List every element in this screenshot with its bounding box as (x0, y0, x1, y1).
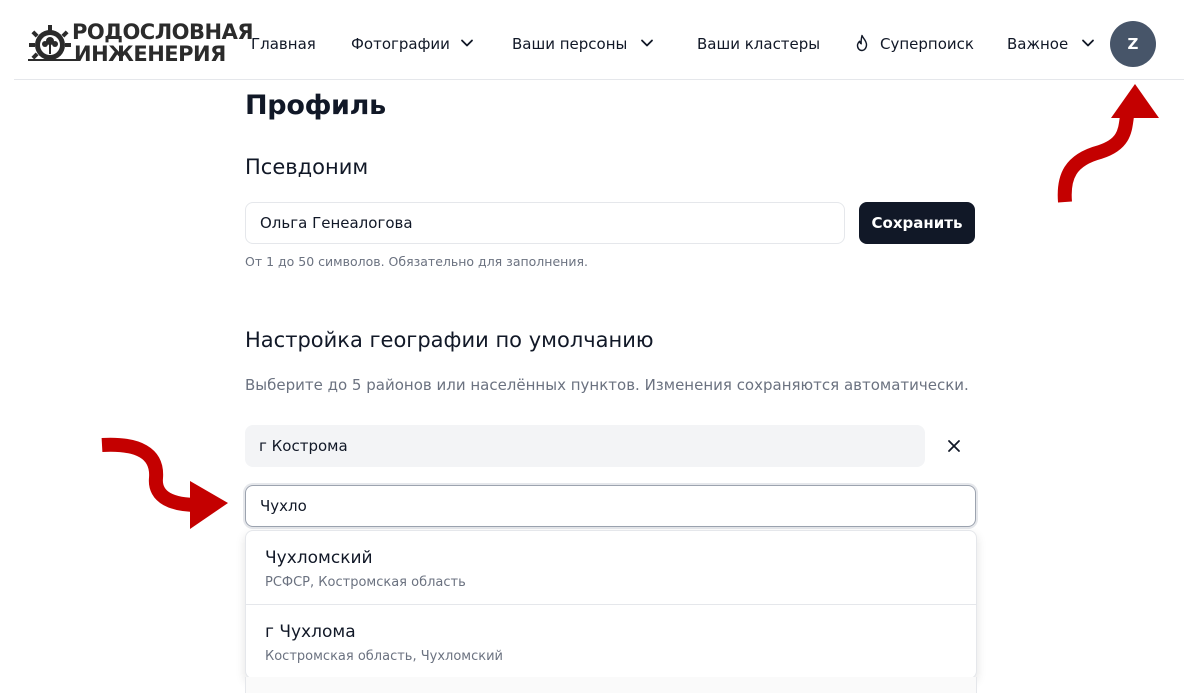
annotation-arrow-icon (101, 437, 228, 529)
gear-tree-logo-icon (28, 25, 76, 61)
page-title: Профиль (245, 90, 386, 121)
nickname-heading: Псевдоним (245, 155, 369, 179)
nav-photos[interactable]: Фотографии (351, 31, 450, 57)
nickname-input[interactable] (245, 202, 845, 244)
logo-text-line1: РОДОСЛОВНАЯ (72, 20, 254, 44)
close-icon[interactable] (944, 436, 964, 456)
user-avatar[interactable]: Z (1110, 21, 1156, 67)
page: РОДОСЛОВНАЯ ИНЖЕНЕРИЯ Главная Фотографии… (0, 0, 1200, 693)
nickname-hint: От 1 до 50 символов. Обязательно для зап… (245, 254, 588, 269)
fire-icon (856, 34, 868, 52)
location-suggestions-dropdown: Чухломский РСФСР, Костромская область г … (245, 530, 977, 679)
annotation-arrow-icon (1057, 84, 1159, 203)
content-below-dropdown (245, 677, 977, 693)
chevron-down-icon[interactable] (640, 36, 654, 50)
suggestion-title: г Чухлома (265, 622, 356, 642)
top-navigation-bar: РОДОСЛОВНАЯ ИНЖЕНЕРИЯ Главная Фотографии… (14, 0, 1184, 80)
geo-settings-heading: Настройка географии по умолчанию (245, 328, 654, 352)
suggestion-subtitle: Костромская область, Чухломский (265, 649, 503, 664)
nav-persons[interactable]: Ваши персоны (512, 31, 627, 57)
nav-clusters[interactable]: Ваши кластеры (697, 31, 820, 57)
geo-settings-hint: Выберите до 5 районов или населённых пун… (245, 376, 969, 394)
site-logo[interactable]: РОДОСЛОВНАЯ ИНЖЕНЕРИЯ (28, 17, 254, 67)
suggestion-item[interactable]: г Чухлома Костромская область, Чухломски… (246, 605, 976, 678)
nav-supersearch[interactable]: Суперпоиск (880, 31, 974, 57)
suggestion-subtitle: РСФСР, Костромская область (265, 575, 466, 590)
nav-home[interactable]: Главная (251, 31, 316, 57)
location-search-input[interactable] (245, 485, 976, 527)
nav-important[interactable]: Важное (1007, 31, 1068, 57)
chevron-down-icon[interactable] (1081, 36, 1095, 50)
suggestion-item[interactable]: Чухломский РСФСР, Костромская область (246, 531, 976, 605)
logo-text-line2: ИНЖЕНЕРИЯ (74, 42, 226, 66)
save-button[interactable]: Сохранить (859, 202, 975, 244)
chevron-down-icon[interactable] (460, 36, 474, 50)
selected-location-item: г Кострома (245, 425, 925, 467)
suggestion-title: Чухломский (265, 548, 373, 568)
